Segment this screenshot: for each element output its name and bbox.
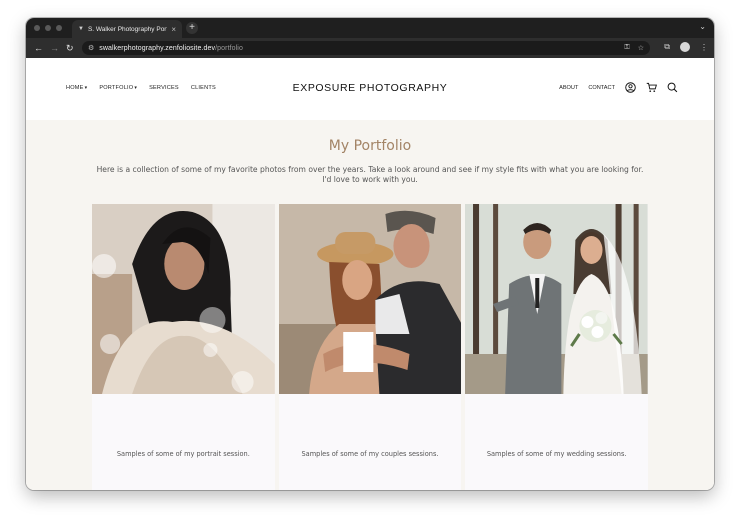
browser-toolbar: ← → ↻ ⚙ swalkerphotography.zenfoliosite.…	[26, 38, 714, 58]
couples-photo[interactable]	[278, 204, 462, 394]
site-info-icon[interactable]: ⚙	[88, 44, 94, 52]
portfolio-card-couples[interactable]: Samples of some of my couples sessions.	[278, 204, 462, 490]
site-header: HOME▾ PORTFOLIO▾ SERVICES CLIENTS EXPOSU…	[26, 58, 714, 120]
portfolio-caption: Samples of some of my portrait session.	[116, 450, 250, 458]
portfolio-caption: Samples of some of my wedding sessions.	[486, 450, 627, 458]
address-bar[interactable]: ⚙ swalkerphotography.zenfoliosite.dev/po…	[82, 41, 650, 55]
extensions-icon[interactable]: ⧉	[664, 42, 670, 52]
browser-menu-icon[interactable]: ⋮	[700, 43, 708, 52]
close-tab-icon[interactable]: ×	[171, 25, 176, 34]
intro-text: Here is a collection of some of my favor…	[96, 165, 644, 184]
new-tab-button[interactable]: +	[186, 22, 198, 34]
minimize-window-button[interactable]	[45, 25, 51, 31]
search-icon[interactable]	[667, 82, 678, 93]
profile-avatar[interactable]	[680, 42, 690, 52]
url-text: swalkerphotography.zenfoliosite.dev/port…	[99, 45, 243, 52]
portrait-photo[interactable]	[92, 204, 275, 394]
tab-bar: ▼ S. Walker Photography Portfo × + ⌄	[26, 18, 714, 38]
back-arrow-icon[interactable]: ←	[34, 42, 43, 54]
portfolio-caption: Samples of some of my couples sessions.	[301, 450, 439, 458]
portfolio-card-portrait[interactable]: Samples of some of my portrait session.	[92, 204, 275, 490]
maximize-window-button[interactable]	[56, 25, 62, 31]
tab-search-chevron-icon[interactable]: ⌄	[699, 22, 706, 31]
url-host: swalkerphotography.zenfoliosite.dev	[99, 44, 216, 52]
browser-tab[interactable]: ▼ S. Walker Photography Portfo ×	[72, 20, 182, 38]
forward-arrow-icon[interactable]: →	[50, 42, 59, 54]
url-path: /portfolio	[215, 44, 243, 52]
wedding-photo[interactable]	[465, 204, 649, 394]
browser-window: ▼ S. Walker Photography Portfo × + ⌄ ← →…	[26, 18, 714, 490]
close-window-button[interactable]	[34, 25, 40, 31]
window-controls	[34, 25, 62, 31]
bookmark-star-icon[interactable]: ☆	[638, 44, 644, 52]
portfolio-grid: Samples of some of my portrait session.	[92, 204, 649, 490]
password-key-icon[interactable]: ⚿	[624, 44, 629, 52]
tab-title: S. Walker Photography Portfo	[87, 25, 168, 33]
reload-icon[interactable]: ↻	[66, 42, 74, 54]
nav-item-contact[interactable]: CONTACT	[588, 85, 615, 91]
nav-item-about[interactable]: ABOUT	[559, 85, 578, 91]
portfolio-card-wedding[interactable]: Samples of some of my wedding sessions.	[465, 204, 649, 490]
page-title: My Portfolio	[328, 138, 412, 154]
secondary-nav: ABOUT CONTACT	[559, 82, 678, 93]
account-icon[interactable]	[625, 82, 636, 93]
web-page: HOME▾ PORTFOLIO▾ SERVICES CLIENTS EXPOSU…	[26, 58, 714, 490]
cart-icon[interactable]	[646, 82, 657, 93]
site-favicon-icon: ▼	[78, 26, 84, 32]
